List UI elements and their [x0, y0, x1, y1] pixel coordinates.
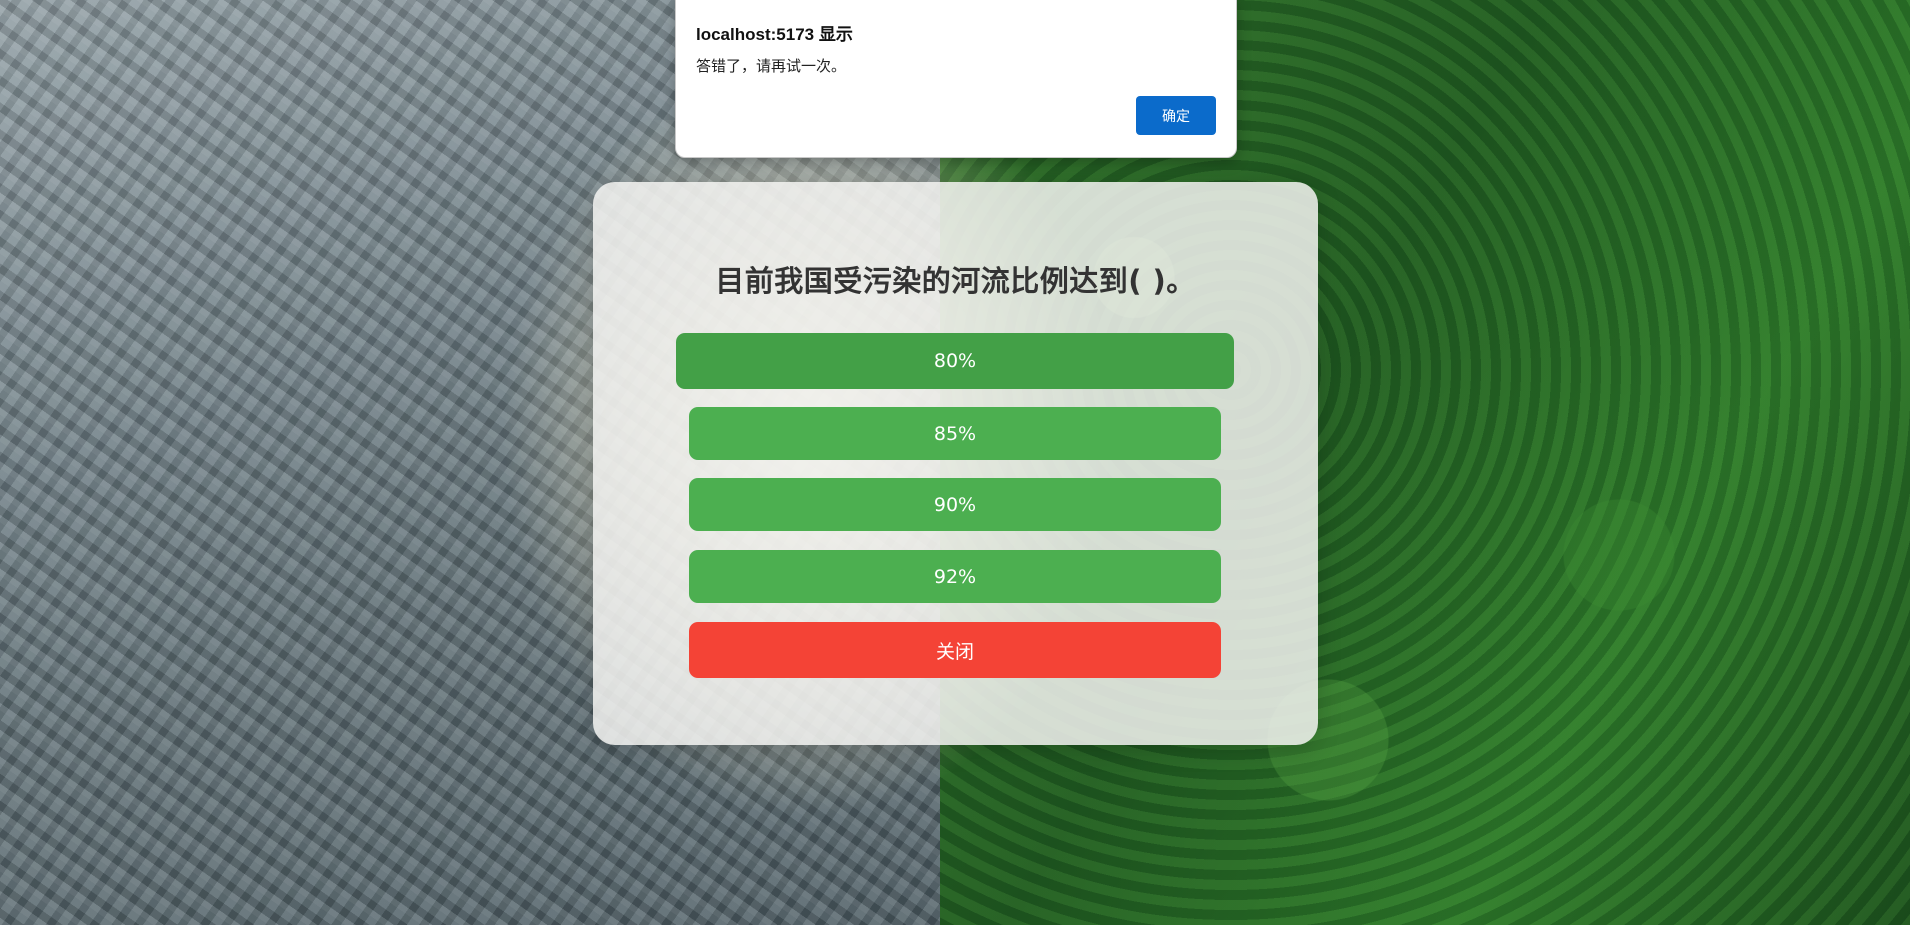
option-button-4[interactable]: 92% [689, 550, 1221, 603]
alert-message: 答错了，请再试一次。 [696, 58, 847, 75]
alert-dialog: localhost:5173 显示 答错了，请再试一次。 确定 [675, 0, 1237, 158]
quiz-question: 目前我国受污染的河流比例达到( )。 [715, 264, 1196, 298]
option-button-2[interactable]: 85% [689, 407, 1221, 460]
page-background: 目前我国受污染的河流比例达到( )。 80% 85% 90% 92% 关闭 lo… [0, 0, 1910, 925]
alert-title: localhost:5173 显示 [696, 25, 853, 44]
alert-ok-button[interactable]: 确定 [1136, 96, 1216, 135]
option-button-1[interactable]: 80% [676, 333, 1234, 389]
close-button[interactable]: 关闭 [689, 622, 1221, 678]
option-button-3[interactable]: 90% [689, 478, 1221, 531]
quiz-card: 目前我国受污染的河流比例达到( )。 80% 85% 90% 92% 关闭 [593, 182, 1318, 745]
